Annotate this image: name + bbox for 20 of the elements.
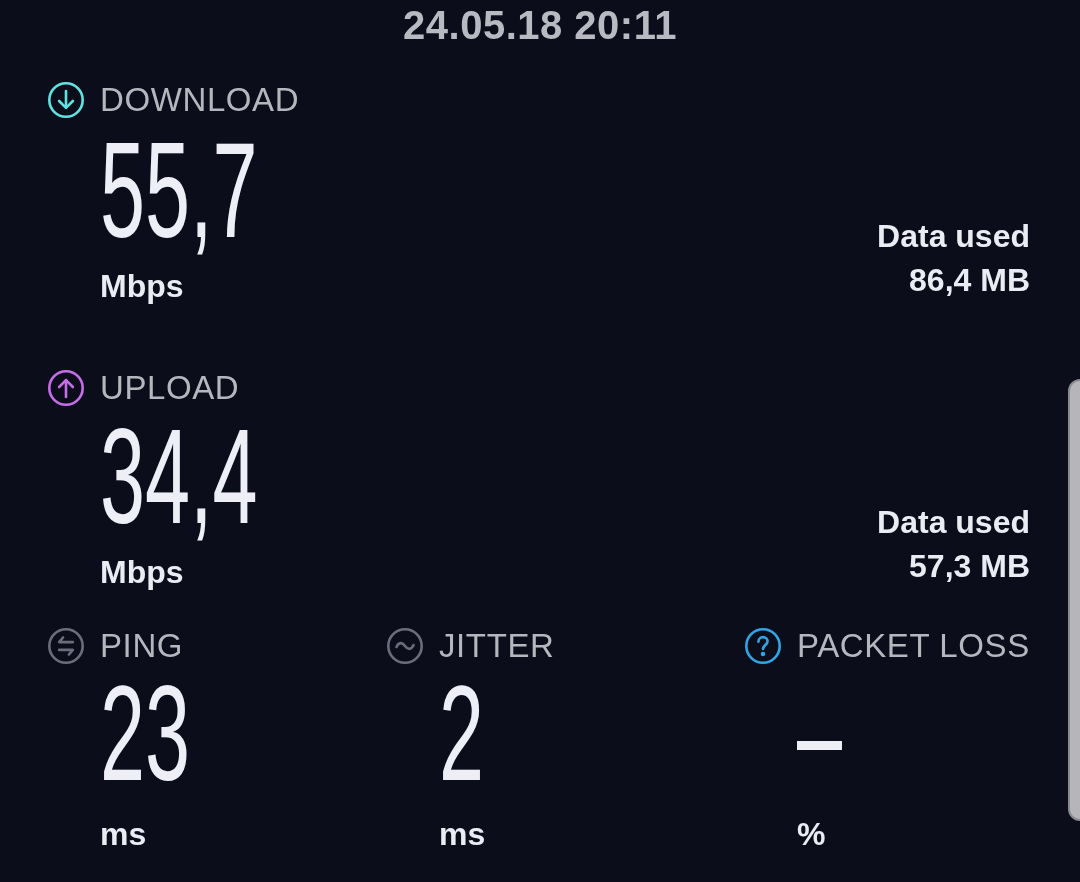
speed-unit: Mbps xyxy=(100,553,184,592)
metric-label: JITTER xyxy=(439,628,555,664)
speed-unit: Mbps xyxy=(100,267,184,306)
speed-label: UPLOAD xyxy=(100,370,240,406)
metric-value: 2 xyxy=(439,666,485,801)
metric-unit: ms xyxy=(439,815,486,854)
metric-unit: ms xyxy=(100,815,147,854)
speed-label: DOWNLOAD xyxy=(100,82,300,118)
data-used-value: 86,4 MB xyxy=(909,261,1030,300)
data-used-value: 57,3 MB xyxy=(909,547,1030,586)
metric-value: – xyxy=(797,666,843,801)
metric-unit: % xyxy=(797,815,826,854)
metric-label: PACKET LOSS xyxy=(797,628,1030,664)
test-timestamp: 24.05.18 20:11 xyxy=(403,2,677,49)
data-used-label: Data used xyxy=(877,503,1030,542)
data-used-label: Data used xyxy=(877,217,1030,256)
speed-value: 34,4 xyxy=(100,409,258,544)
metric-label: PING xyxy=(100,628,184,664)
speed-value: 55,7 xyxy=(100,123,258,258)
metric-value: 23 xyxy=(100,666,191,801)
